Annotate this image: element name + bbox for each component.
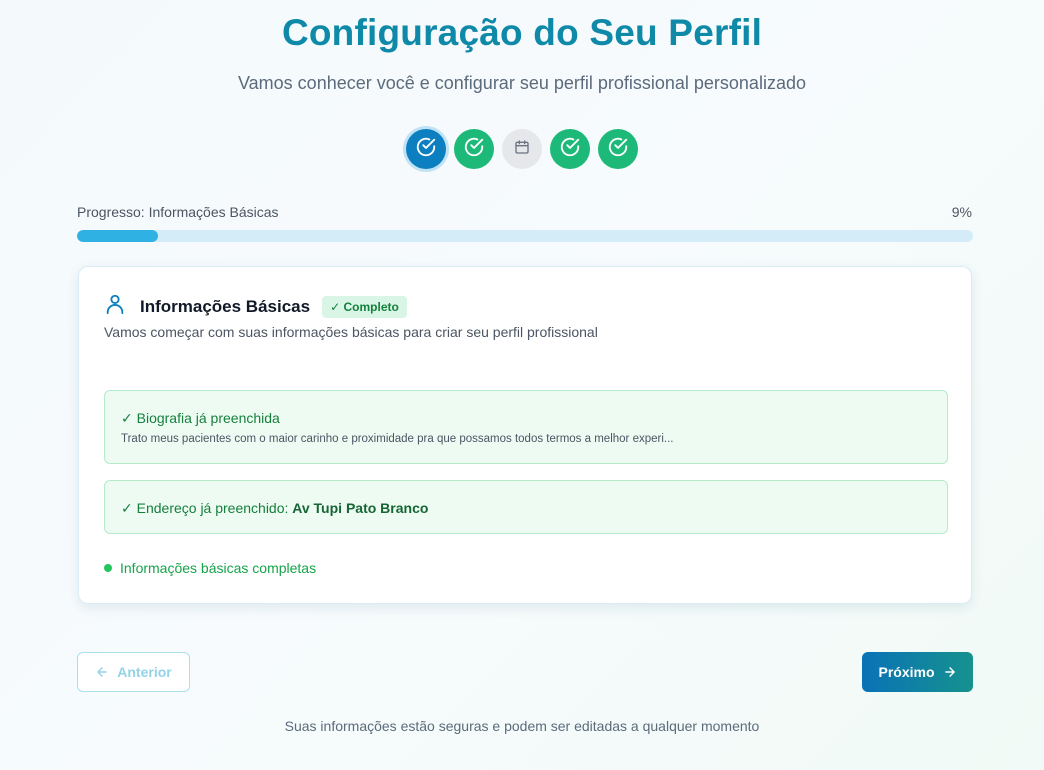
step-1-basic-info[interactable] bbox=[406, 129, 446, 169]
previous-button[interactable]: Anterior bbox=[77, 652, 190, 692]
step-2[interactable] bbox=[454, 129, 494, 169]
next-button-label: Próximo bbox=[878, 664, 935, 680]
arrow-right-icon bbox=[943, 665, 957, 679]
previous-button-label: Anterior bbox=[117, 664, 172, 680]
bio-filled-box: ✓ Biografia já preenchida Trato meus pac… bbox=[104, 390, 948, 464]
bio-filled-label: ✓ Biografia já preenchida bbox=[121, 410, 280, 426]
step-indicator bbox=[0, 129, 1044, 169]
user-icon bbox=[104, 293, 126, 320]
arrow-left-icon bbox=[95, 665, 109, 679]
page-subtitle: Vamos conhecer você e configurar seu per… bbox=[238, 73, 806, 93]
check-circle-icon bbox=[463, 136, 485, 163]
step-5[interactable] bbox=[598, 129, 638, 169]
status-badge: ✓ Completo bbox=[322, 295, 407, 318]
progress-label: Progresso: Informações Básicas bbox=[77, 204, 279, 220]
step-4[interactable] bbox=[550, 129, 590, 169]
progress-bar bbox=[77, 230, 973, 242]
address-filled-box: ✓ Endereço já preenchido: Av Tupi Pato B… bbox=[104, 480, 948, 534]
progress-percent: 9% bbox=[951, 204, 972, 220]
progress-fill bbox=[77, 230, 158, 242]
card-title: Informações Básicas bbox=[140, 296, 311, 316]
completion-status-text: Informações básicas completas bbox=[120, 560, 317, 576]
check-circle-icon bbox=[559, 136, 581, 163]
calendar-icon bbox=[514, 139, 530, 160]
address-filled-line: ✓ Endereço já preenchido: Av Tupi Pato B… bbox=[121, 500, 428, 517]
step-3[interactable] bbox=[502, 129, 542, 169]
address-filled-label: ✓ Endereço já preenchido: bbox=[121, 500, 293, 516]
card-description: Vamos começar com suas informações básic… bbox=[104, 324, 598, 340]
basic-info-card: Informações Básicas ✓ Completo Vamos com… bbox=[78, 266, 972, 604]
check-circle-icon bbox=[607, 136, 629, 163]
address-value: Av Tupi Pato Branco bbox=[292, 500, 429, 516]
card-header: Informações Básicas ✓ Completo bbox=[104, 293, 407, 320]
check-circle-icon bbox=[415, 136, 437, 163]
next-button[interactable]: Próximo bbox=[862, 652, 973, 692]
status-dot-icon bbox=[104, 564, 112, 572]
page-title: Configuração do Seu Perfil bbox=[281, 12, 763, 53]
completion-status: Informações básicas completas bbox=[104, 560, 316, 576]
bio-preview-text: Trato meus pacientes com o maior carinho… bbox=[121, 433, 674, 445]
security-note: Suas informações estão seguras e podem s… bbox=[284, 718, 760, 734]
